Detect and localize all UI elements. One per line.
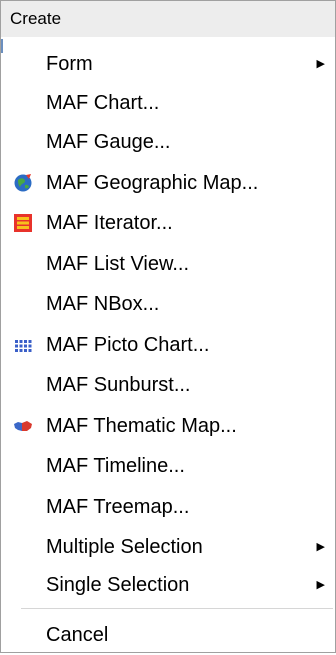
menu-separator bbox=[21, 608, 333, 609]
menu-item-treemap[interactable]: MAF Treemap... bbox=[1, 487, 335, 527]
menu-item-label: MAF Thematic Map... bbox=[46, 415, 237, 437]
menu-item-label: MAF List View... bbox=[46, 253, 190, 275]
menu-item-label: MAF Timeline... bbox=[46, 455, 185, 477]
menu-item-form[interactable]: Form ▶ bbox=[1, 44, 335, 84]
menu-item-picto-chart[interactable]: MAF Picto Chart... bbox=[1, 325, 335, 365]
globe-icon bbox=[14, 174, 32, 192]
menu-item-iterator[interactable]: MAF Iterator... bbox=[1, 203, 335, 243]
menu-item-single-selection[interactable]: Single Selection ▶ bbox=[1, 565, 335, 605]
menu-item-sunburst[interactable]: MAF Sunburst... bbox=[1, 365, 335, 405]
menu-item-label: Form bbox=[46, 53, 93, 75]
menu-item-label: MAF Treemap... bbox=[46, 496, 190, 518]
submenu-arrow-icon: ▶ bbox=[316, 579, 325, 591]
cancel-label: Cancel bbox=[46, 624, 109, 646]
thematic-map-icon bbox=[14, 421, 32, 431]
menu-item-label: MAF NBox... bbox=[46, 293, 160, 315]
menu-item-label: MAF Chart... bbox=[46, 92, 160, 114]
menu-header-label: Create bbox=[10, 9, 62, 28]
menu-header: Create bbox=[1, 1, 335, 37]
menu-item-multiple-selection[interactable]: Multiple Selection ▶ bbox=[1, 527, 335, 567]
menu-item-chart[interactable]: MAF Chart... bbox=[1, 83, 335, 123]
menu-item-geographic-map[interactable]: MAF Geographic Map... bbox=[1, 163, 335, 203]
menu-item-list-view[interactable]: MAF List View... bbox=[1, 244, 335, 284]
menu-item-label: MAF Gauge... bbox=[46, 131, 171, 153]
picto-grid-icon bbox=[15, 340, 32, 352]
menu-item-label: MAF Geographic Map... bbox=[46, 172, 259, 194]
menu-item-label: Multiple Selection bbox=[46, 536, 203, 558]
submenu-arrow-icon: ▶ bbox=[316, 58, 325, 70]
menu-item-timeline[interactable]: MAF Timeline... bbox=[1, 446, 335, 486]
submenu-arrow-icon: ▶ bbox=[316, 541, 325, 553]
iterator-icon bbox=[14, 214, 32, 232]
menu-item-label: MAF Picto Chart... bbox=[46, 334, 210, 356]
menu-item-nbox[interactable]: MAF NBox... bbox=[1, 284, 335, 324]
menu-item-thematic-map[interactable]: MAF Thematic Map... bbox=[1, 406, 335, 446]
create-context-menu: Create Form ▶ MAF Chart... MAF Gauge... … bbox=[0, 0, 336, 653]
menu-item-cancel[interactable]: Cancel bbox=[1, 615, 335, 655]
menu-item-label: MAF Sunburst... bbox=[46, 374, 191, 396]
menu-item-gauge[interactable]: MAF Gauge... bbox=[1, 122, 335, 162]
menu-item-label: MAF Iterator... bbox=[46, 212, 173, 234]
menu-item-label: Single Selection bbox=[46, 574, 190, 596]
